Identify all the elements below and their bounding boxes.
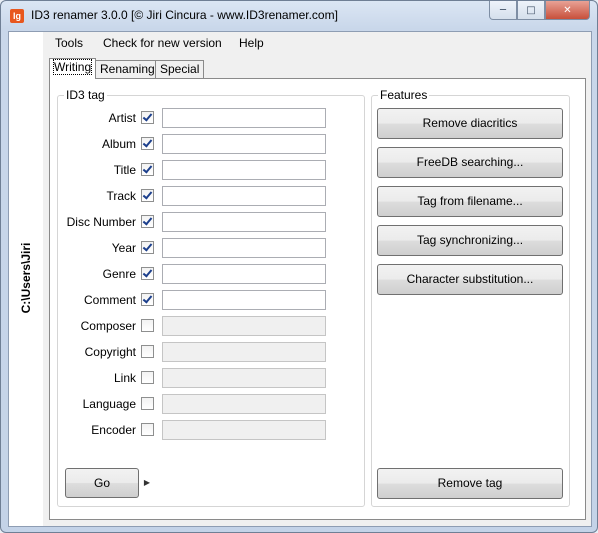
field-row-genre: Genre — [58, 264, 348, 284]
checkbox-copyright[interactable] — [141, 345, 154, 358]
checkbox-year[interactable] — [141, 241, 154, 254]
close-button[interactable]: ✕ — [545, 1, 590, 20]
features-group-title: Features — [378, 88, 430, 102]
tab-special-label: Special — [160, 62, 200, 76]
minimize-icon: ─ — [499, 4, 507, 16]
field-row-disc-number: Disc Number — [58, 212, 348, 232]
minimize-button[interactable]: ─ — [489, 1, 517, 20]
input-year[interactable] — [162, 238, 326, 258]
field-label-disc-number: Disc Number — [66, 215, 136, 229]
checkbox-artist[interactable] — [141, 111, 154, 124]
field-label-copyright: Copyright — [84, 345, 136, 359]
field-row-link: Link — [58, 368, 348, 388]
id3-tag-group: ID3 tag Artist Album Title Track Disc Number… — [57, 88, 365, 507]
checkbox-title[interactable] — [141, 163, 154, 176]
field-row-encoder: Encoder — [58, 420, 348, 440]
tab-special[interactable]: Special — [155, 60, 205, 78]
field-label-year: Year — [111, 241, 136, 255]
input-track[interactable] — [162, 186, 326, 206]
checkbox-genre[interactable] — [141, 267, 154, 280]
tab-writing[interactable]: Writing — [49, 58, 97, 79]
checkbox-encoder[interactable] — [141, 423, 154, 436]
checkbox-composer[interactable] — [141, 319, 154, 332]
checkbox-link[interactable] — [141, 371, 154, 384]
maximize-icon: □ — [526, 4, 536, 16]
input-artist[interactable] — [162, 108, 326, 128]
input-comment[interactable] — [162, 290, 326, 310]
checkbox-comment[interactable] — [141, 293, 154, 306]
freedb-searching-button[interactable]: FreeDB searching... — [377, 147, 563, 178]
window-title: ID3 renamer 3.0.0 [© Jiri Cincura - www.… — [31, 8, 338, 22]
id3-tag-group-title: ID3 tag — [64, 88, 107, 102]
field-label-track: Track — [106, 189, 136, 203]
field-label-title: Title — [113, 163, 136, 177]
current-path-label: C:\Users\Jiri — [19, 242, 33, 314]
remove-diacritics-button[interactable]: Remove diacritics — [377, 108, 563, 139]
tag-from-filename-button[interactable]: Tag from filename... — [377, 186, 563, 217]
remove-tag-button[interactable]: Remove tag — [377, 468, 563, 499]
tab-renaming[interactable]: Renaming — [95, 60, 160, 78]
go-button[interactable]: Go — [65, 468, 139, 498]
checkbox-track[interactable] — [141, 189, 154, 202]
input-title[interactable] — [162, 160, 326, 180]
tab-writing-label: Writing — [52, 59, 93, 75]
field-row-album: Album — [58, 134, 348, 154]
field-row-track: Track — [58, 186, 348, 206]
field-label-comment: Comment — [83, 293, 136, 307]
sidebar: C:\Users\Jiri — [9, 32, 43, 526]
menu-tools[interactable]: Tools — [55, 36, 83, 50]
character-substitution-button[interactable]: Character substitution... — [377, 264, 563, 295]
field-label-composer: Composer — [80, 319, 136, 333]
input-disc-number[interactable] — [162, 212, 326, 232]
features-group: Features Remove diacritics FreeDB search… — [371, 88, 570, 507]
input-language[interactable] — [162, 394, 326, 414]
input-album[interactable] — [162, 134, 326, 154]
field-label-genre: Genre — [102, 267, 136, 281]
menu-check-for-new-version[interactable]: Check for new version — [103, 36, 222, 50]
menu-help[interactable]: Help — [239, 36, 264, 50]
title-bar[interactable]: Ig ID3 renamer 3.0.0 [© Jiri Cincura - w… — [1, 1, 597, 31]
field-label-encoder: Encoder — [91, 423, 136, 437]
menu-bar: Tools Check for new version Help — [43, 32, 591, 54]
field-row-composer: Composer — [58, 316, 348, 336]
app-icon: Ig — [10, 9, 24, 23]
input-link[interactable] — [162, 368, 326, 388]
field-label-link: Link — [113, 371, 136, 385]
field-label-artist: Artist — [108, 111, 136, 125]
go-options-arrow[interactable]: ▶ — [140, 468, 154, 496]
checkbox-language[interactable] — [141, 397, 154, 410]
checkbox-disc-number[interactable] — [141, 215, 154, 228]
input-genre[interactable] — [162, 264, 326, 284]
writing-tab-panel: ID3 tag Artist Album Title Track Disc Number… — [49, 78, 586, 520]
field-row-comment: Comment — [58, 290, 348, 310]
window-controls: ─ □ ✕ — [489, 1, 590, 21]
field-row-language: Language — [58, 394, 348, 414]
input-composer[interactable] — [162, 316, 326, 336]
tab-renaming-label: Renaming — [100, 62, 155, 76]
input-encoder[interactable] — [162, 420, 326, 440]
close-icon: ✕ — [563, 4, 572, 16]
triangle-right-icon: ▶ — [143, 477, 151, 487]
app-window: Ig ID3 renamer 3.0.0 [© Jiri Cincura - w… — [0, 0, 598, 533]
field-row-copyright: Copyright — [58, 342, 348, 362]
maximize-button[interactable]: □ — [517, 1, 545, 20]
field-label-album: Album — [101, 137, 136, 151]
field-row-title: Title — [58, 160, 348, 180]
field-row-artist: Artist — [58, 108, 348, 128]
input-copyright[interactable] — [162, 342, 326, 362]
field-row-year: Year — [58, 238, 348, 258]
field-label-language: Language — [82, 397, 136, 411]
client-area: C:\Users\Jiri Tools Check for new versio… — [8, 31, 592, 527]
checkbox-album[interactable] — [141, 137, 154, 150]
tag-synchronizing-button[interactable]: Tag synchronizing... — [377, 225, 563, 256]
